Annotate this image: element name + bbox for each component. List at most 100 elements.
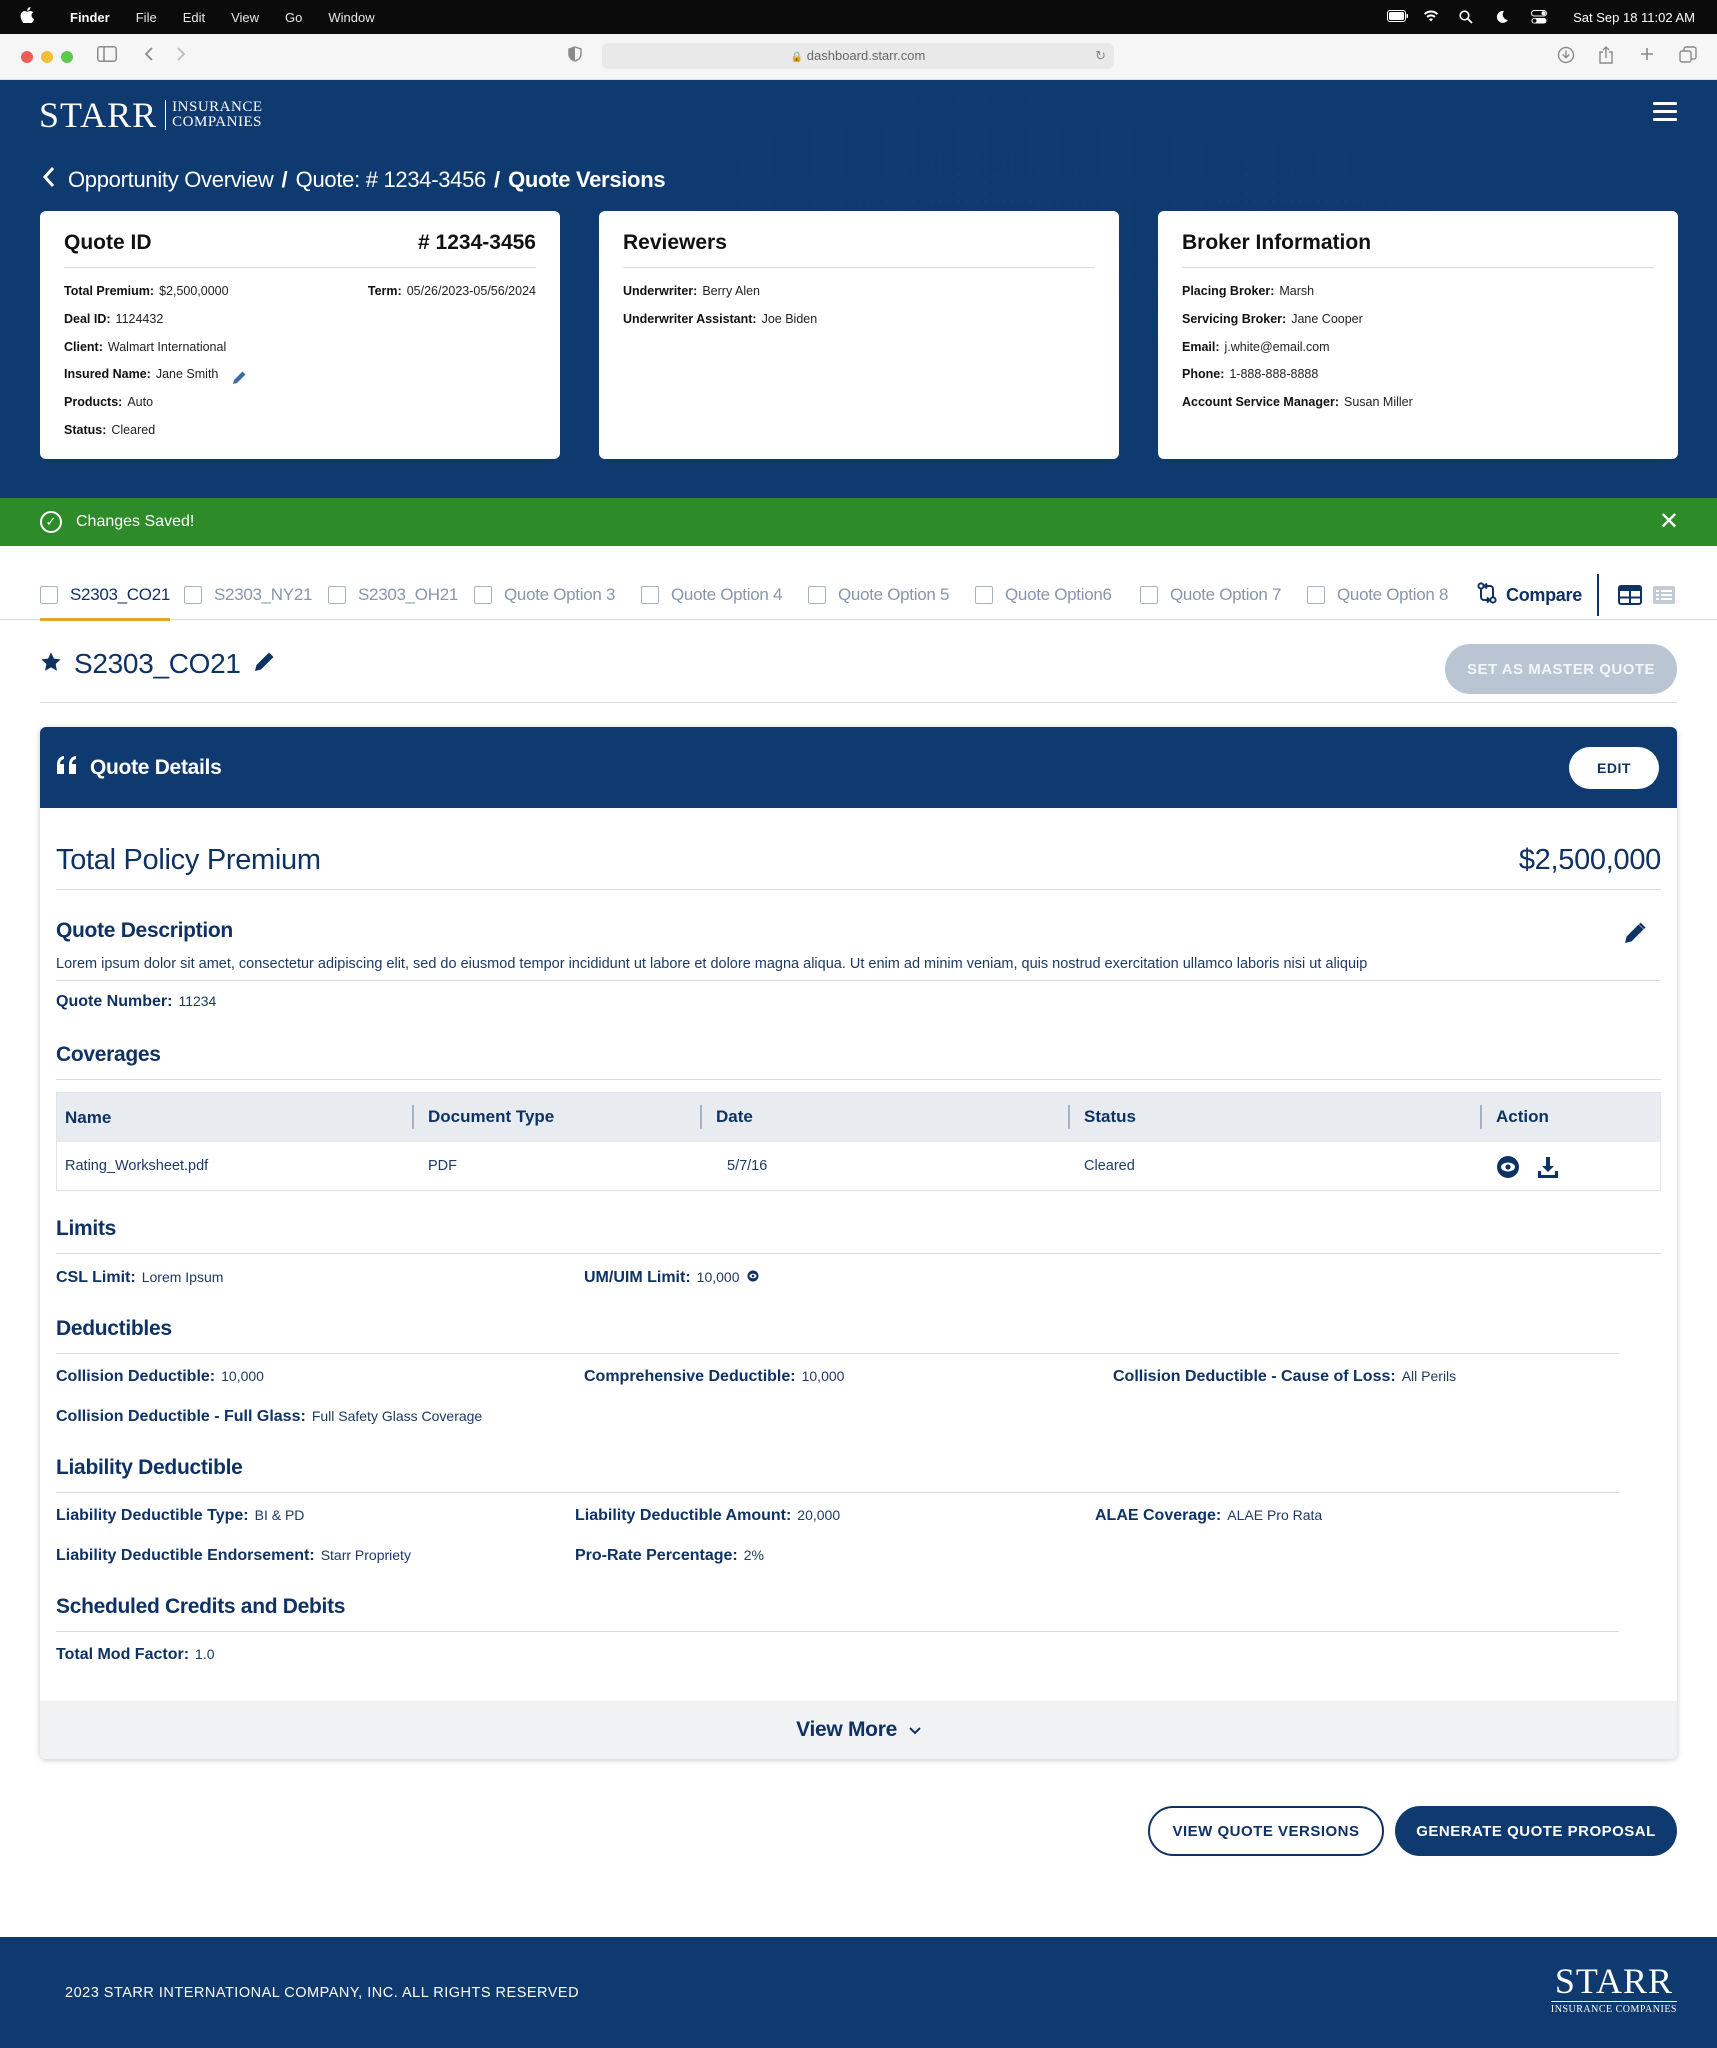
tab-quote-option-5[interactable]: Quote Option 5 [808,570,949,620]
client-value: Walmart International [107,339,227,354]
tab-quote-option-6[interactable]: Quote Option6 [975,570,1112,620]
view-quote-versions-button[interactable]: VIEW QUOTE VERSIONS [1148,1806,1384,1856]
control-center-icon[interactable] [1531,10,1549,24]
broker-email-value[interactable]: j.white@email.com [1225,340,1330,354]
share-icon[interactable] [1598,46,1614,68]
footer-logo[interactable]: STARR INSURANCE COMPANIES [1550,1963,1677,2015]
tab-quote-option-4[interactable]: Quote Option 4 [641,570,782,620]
breadcrumb-opportunity-overview[interactable]: Opportunity Overview [68,167,274,193]
tab-s2303-ny21[interactable]: S2303_NY21 [184,570,312,620]
tab-quote-option-8[interactable]: Quote Option 8 [1307,570,1448,620]
tab-checkbox[interactable] [808,586,826,604]
menu-edit[interactable]: Edit [183,10,205,25]
limits-heading: Limits [56,1217,117,1240]
tab-quote-option-7[interactable]: Quote Option 7 [1140,570,1281,620]
csl-limit: CSL Limit: Lorem Ipsum [56,1269,224,1286]
chevron-down-icon [909,1718,921,1741]
address-bar[interactable]: 🔒 dashboard.starr.com ↻ [602,43,1114,69]
spotlight-search-icon[interactable] [1459,10,1477,24]
view-more-button[interactable]: View More [40,1701,1677,1759]
set-as-master-quote-button[interactable]: SET AS MASTER QUOTE [1445,644,1677,694]
breadcrumb-back-icon[interactable] [42,164,56,195]
window-zoom-button[interactable] [61,51,73,63]
reviewers-card-title: Reviewers [623,231,727,254]
total-policy-premium-value: $2,500,000 [1518,844,1661,876]
menu-go[interactable]: Go [285,10,302,25]
menu-window[interactable]: Window [328,10,374,25]
close-alert-icon[interactable]: ✕ [1659,510,1679,534]
cell-name[interactable]: Rating_Worksheet.pdf [65,1142,208,1191]
col-date-header[interactable]: Date [700,1105,753,1129]
quote-description-text: Lorem ipsum dolor sit amet, consectetur … [56,956,1368,972]
menu-app-name[interactable]: Finder [70,10,110,25]
menu-view[interactable]: View [231,10,259,25]
privacy-shield-icon[interactable] [568,46,582,66]
downloads-icon[interactable] [1557,46,1575,68]
um-uim-info-eye-icon[interactable] [747,1269,759,1285]
cell-date: 5/7/16 [727,1158,768,1174]
tab-checkbox[interactable] [474,586,492,604]
wifi-icon[interactable] [1423,10,1441,24]
generate-quote-proposal-button[interactable]: GENERATE QUOTE PROPOSAL [1395,1806,1677,1856]
status-value: Cleared [111,422,156,437]
tab-checkbox[interactable] [40,586,58,604]
edit-insured-name-icon[interactable] [232,368,246,385]
hero-header: STARR INSURANCE COMPANIES Opportunity Ove… [0,80,1717,498]
tab-checkbox[interactable] [328,586,346,604]
tab-overview-icon[interactable] [1679,46,1697,68]
pro-rate-percentage: Pro-Rate Percentage: 2% [575,1547,764,1564]
collision-deductible-cause-of-loss: Collision Deductible - Cause of Loss: All… [1113,1368,1457,1385]
placing-broker-value: Marsh [1279,284,1315,298]
list-view-icon[interactable] [1652,585,1676,605]
collision-deductible-full-glass: Collision Deductible - Full Glass: Full S… [56,1408,483,1425]
compare-button[interactable]: Compare [1476,570,1582,620]
view-eye-icon[interactable] [1496,1155,1520,1179]
reviewers-card: Reviewers Underwriter: Berry Alen Underwr… [599,211,1119,459]
cell-document-type: PDF [428,1158,457,1174]
underwriter-value: Berry Alen [702,284,760,298]
lock-icon: 🔒 [790,52,804,63]
deductibles-heading: Deductibles [56,1317,172,1340]
forward-arrow-icon[interactable] [176,46,186,66]
edit-description-icon[interactable] [1623,921,1647,945]
breadcrumb-quote[interactable]: Quote: # 1234-3456 [296,167,487,193]
col-status-header[interactable]: Status [1068,1105,1136,1129]
underwriter-assistant-value: Joe Biden [761,311,818,326]
back-arrow-icon[interactable] [144,46,154,66]
menu-file[interactable]: File [136,10,157,25]
quote-id-card-title: Quote ID [64,231,152,254]
check-circle-icon: ✓ [40,511,62,533]
quote-mark-icon [56,755,78,780]
alae-coverage: ALAE Coverage: ALAE Pro Rata [1095,1507,1323,1524]
grid-view-icon[interactable] [1618,585,1642,605]
col-document-type-header[interactable]: Document Type [412,1105,554,1129]
breadcrumb: Opportunity Overview / Quote: # 1234-345… [42,164,666,195]
tab-checkbox[interactable] [975,586,993,604]
tab-checkbox[interactable] [184,586,202,604]
hamburger-menu-icon[interactable] [1653,102,1677,122]
edit-button[interactable]: EDIT [1569,747,1659,789]
battery-icon[interactable] [1387,10,1409,24]
quote-name: S2303_CO21 [74,648,241,679]
new-tab-plus-icon[interactable] [1639,46,1655,66]
sidebar-toggle-icon[interactable] [97,46,117,66]
window-minimize-button[interactable] [41,51,53,63]
col-name-header[interactable]: Name [57,1093,111,1142]
window-close-button[interactable] [21,51,33,63]
edit-quote-name-icon[interactable] [253,648,275,680]
tab-checkbox[interactable] [1140,586,1158,604]
starr-logo[interactable]: STARR INSURANCE COMPANIES [39,94,263,136]
reload-icon[interactable]: ↻ [1095,43,1106,69]
tab-quote-option-3[interactable]: Quote Option 3 [474,570,615,620]
master-star-icon[interactable] [40,649,62,680]
tab-s2303-oh21[interactable]: S2303_OH21 [328,570,458,620]
tab-checkbox[interactable] [641,586,659,604]
tab-s2303-co21[interactable]: S2303_CO21 [40,570,170,621]
apple-icon[interactable] [20,6,40,28]
menu-datetime[interactable]: Sat Sep 18 11:02 AM [1573,10,1695,25]
quote-details-header: Quote Details EDIT [40,727,1677,808]
focus-moon-icon[interactable] [1495,10,1513,24]
tab-checkbox[interactable] [1307,586,1325,604]
cell-status: Cleared [1084,1158,1135,1174]
download-icon[interactable] [1536,1155,1560,1179]
